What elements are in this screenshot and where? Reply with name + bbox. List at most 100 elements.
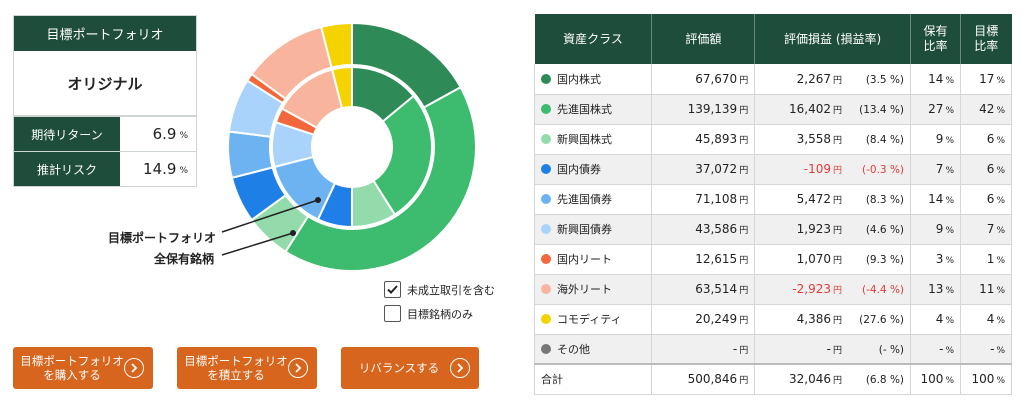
profit-loss: - <box>826 341 832 356</box>
table-row: 国内債券 37,072 円 -109 円 (-0.3 %) 7% 6% <box>533 154 1012 185</box>
profit-loss-rate: (4.6 %) <box>865 224 905 236</box>
buy-target-portfolio-button[interactable]: 目標ポートフォリオ を購入する <box>13 347 153 389</box>
legend-dot-icon <box>541 73 551 84</box>
portfolio-name: オリジナル <box>14 51 196 116</box>
accumulate-target-label: 目標ポートフォリオ を積立する <box>184 354 288 382</box>
yen-unit: 円 <box>739 226 749 236</box>
table-header-row: 資産クラス 評価額 評価損益 (損益率) 保有 比率 目標 比率 <box>534 14 1012 64</box>
profit-loss: 32,046 <box>789 372 832 387</box>
percent-unit: % <box>945 316 954 326</box>
profit-loss: 2,267 <box>796 71 832 86</box>
percent-unit: % <box>996 166 1005 176</box>
holding-ratio: 13 <box>928 282 944 296</box>
table-row: 国内株式 67,670 円 2,267 円 (3.5 %) 14% 17% <box>533 64 1012 95</box>
profit-loss-rate: (-4.4 %) <box>862 284 905 296</box>
target-only-option[interactable]: 目標銘柄のみ <box>384 305 473 322</box>
percent-unit: % <box>945 256 954 266</box>
percent-unit: % <box>996 376 1005 387</box>
yen-unit: 円 <box>833 196 843 206</box>
yen-unit: 円 <box>739 196 749 206</box>
table-row: 新興国株式 45,893 円 3,558 円 (8.4 %) 9% 6% <box>533 124 1012 155</box>
legend-dot-icon <box>541 194 551 204</box>
profit-loss-rate: (9.3 %) <box>865 254 905 266</box>
percent-unit: % <box>996 256 1005 266</box>
holding-ratio: 14 <box>928 71 944 86</box>
asset-class-name: 合計 <box>541 373 563 387</box>
holding-ratio: 14 <box>928 192 944 206</box>
profit-loss-rate: (6.8 %) <box>865 374 905 387</box>
holding-ratio: - <box>939 341 944 356</box>
percent-unit: % <box>945 75 954 86</box>
profit-loss: 16,402 <box>789 102 832 116</box>
holding-ratio: 7 <box>935 162 944 176</box>
chevron-right-icon <box>124 358 144 378</box>
table-row: 先進国債券 71,108 円 5,472 円 (8.3 %) 14% 6% <box>533 184 1012 215</box>
expected-return-row: 期待リターン 6.9% <box>14 116 196 151</box>
asset-class-name: コモディティ <box>557 313 622 326</box>
valuation: 43,586 <box>695 222 738 236</box>
include-unfilled-checkbox[interactable] <box>384 281 401 298</box>
yen-unit: 円 <box>739 316 749 326</box>
target-ratio: 4 <box>986 312 995 326</box>
yen-unit: 円 <box>739 166 749 176</box>
yen-unit: 円 <box>833 136 843 146</box>
valuation: 12,615 <box>695 252 738 266</box>
percent-unit: % <box>945 136 954 146</box>
yen-unit: 円 <box>739 106 749 116</box>
profit-loss-rate: (-0.3 %) <box>862 164 905 176</box>
yen-unit: 円 <box>739 286 749 296</box>
yen-unit: 円 <box>739 256 749 266</box>
yen-unit: 円 <box>833 345 843 356</box>
profit-loss: 3,558 <box>796 132 832 146</box>
percent-unit: % <box>996 286 1005 296</box>
legend-dot-icon <box>541 343 551 354</box>
target-ratio: 17 <box>979 71 995 86</box>
col-value: 評価額 <box>651 14 756 64</box>
table-row: コモディティ 20,249 円 4,386 円 (27.6 %) 4% 4% <box>533 304 1012 335</box>
profit-loss: -2,923 <box>792 282 832 296</box>
target-portfolio-summary: 目標ポートフォリオ オリジナル 期待リターン 6.9% 推計リスク 14.9% <box>13 15 197 187</box>
holding-ratio: 4 <box>935 312 944 326</box>
percent-unit: % <box>945 226 954 236</box>
summary-header: 目標ポートフォリオ <box>14 16 196 51</box>
yen-unit: 円 <box>833 226 843 236</box>
profit-loss: -109 <box>803 162 832 176</box>
col-pl: 評価損益 (損益率) <box>754 14 912 64</box>
check-icon <box>387 285 398 294</box>
include-unfilled-option[interactable]: 未成立取引を含む <box>384 281 495 298</box>
target-ratio: 7 <box>986 222 995 236</box>
risk-row: 推計リスク 14.9% <box>14 151 196 186</box>
profit-loss: 5,472 <box>796 192 832 206</box>
percent-unit: % <box>945 345 954 356</box>
asset-class-name: 国内債券 <box>557 163 601 176</box>
yen-unit: 円 <box>833 376 843 387</box>
valuation: 500,846 <box>687 372 738 387</box>
asset-class-name: 先進国債券 <box>557 193 612 206</box>
target-ratio: 11 <box>979 282 995 296</box>
valuation: 37,072 <box>695 162 738 176</box>
percent-unit: % <box>996 106 1005 116</box>
chevron-right-icon <box>450 358 470 378</box>
profit-loss-rate: (- %) <box>878 343 905 356</box>
target-ratio: - <box>990 341 995 356</box>
holding-ratio: 27 <box>928 102 944 116</box>
profit-loss: 4,386 <box>796 312 832 326</box>
target-only-label: 目標銘柄のみ <box>407 307 473 321</box>
profit-loss: 1,070 <box>796 252 832 266</box>
legend-dot-icon <box>541 104 551 114</box>
legend-dot-icon <box>541 254 551 264</box>
accumulate-target-portfolio-button[interactable]: 目標ポートフォリオ を積立する <box>177 347 317 389</box>
rebalance-button[interactable]: リバランスする <box>341 347 479 389</box>
target-only-checkbox[interactable] <box>384 305 401 322</box>
target-portfolio-annotation: 目標ポートフォリオ <box>108 231 217 245</box>
yen-unit: 円 <box>833 166 843 176</box>
yen-unit: 円 <box>833 75 843 86</box>
expected-return-value: 6.9 <box>152 125 177 143</box>
all-holdings-annotation: 全保有銘柄 <box>154 252 215 266</box>
buy-target-label: 目標ポートフォリオ を購入する <box>20 354 124 382</box>
yen-unit: 円 <box>833 316 843 326</box>
percent-unit: % <box>996 196 1005 206</box>
valuation: 139,139 <box>687 102 738 116</box>
risk-value: 14.9 <box>143 160 177 178</box>
percent-unit: % <box>996 345 1005 356</box>
